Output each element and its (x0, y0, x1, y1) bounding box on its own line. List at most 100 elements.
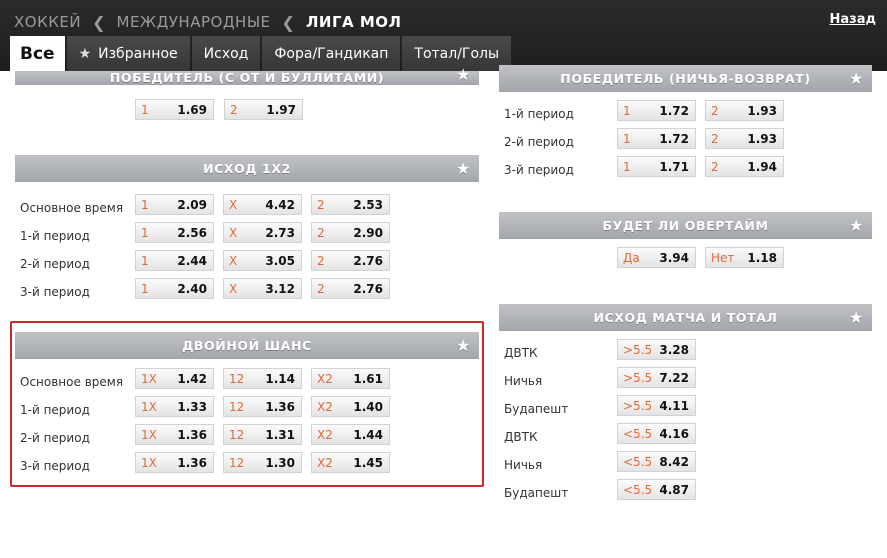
odds-value: 1.30 (265, 456, 295, 470)
odds-button[interactable]: 2 1.93 (705, 128, 784, 149)
tab-label: Избранное (98, 45, 178, 62)
odds-value: 4.42 (265, 198, 295, 212)
odds-outcome: 1 (141, 254, 149, 268)
odds-button[interactable]: 1 2.40 (135, 278, 214, 299)
market-double-chance: ДВОЙНОЙ ШАНС ★ Основное время 1X 1.42 12 1.1… (15, 332, 479, 480)
odds-value: 3.94 (659, 251, 689, 265)
odds-value: 1.94 (747, 160, 777, 174)
odds-row: 2-й период 1 2.44 X 3.05 2 2.76 (15, 250, 479, 278)
odds-button[interactable]: X 2.73 (223, 222, 302, 243)
odds-row: 1-й период 1X 1.33 12 1.36 X2 1.40 (15, 396, 479, 424)
odds-button[interactable]: 2 2.90 (311, 222, 390, 243)
odds-button[interactable]: 1 2.44 (135, 250, 214, 271)
odds-button[interactable]: >5.5 3.28 (617, 339, 696, 360)
odds-button[interactable]: 2 1.94 (705, 156, 784, 177)
odds-button[interactable]: 1X 1.42 (135, 368, 214, 389)
odds-button[interactable]: >5.5 4.11 (617, 395, 696, 416)
panel-title: ДВОЙНОЙ ШАНС (182, 338, 312, 353)
odds-outcome: >5.5 (623, 399, 653, 413)
odds-outcome: X (229, 254, 238, 268)
odds-row: 3-й период 1X 1.36 12 1.30 X2 1.45 (15, 452, 479, 480)
odds-value: 4.11 (659, 399, 689, 413)
odds-row: ДВТК <5.5 4.16 (499, 423, 872, 451)
odds-button[interactable]: 12 1.30 (223, 452, 302, 473)
odds-button[interactable]: >5.5 7.22 (617, 367, 696, 388)
odds-rows: Да 3.94 Нет 1.18 (499, 247, 872, 275)
odds-outcome: 12 (229, 400, 245, 414)
odds-button[interactable]: X 3.12 (223, 278, 302, 299)
odds-value: 2.76 (353, 254, 383, 268)
odds-button[interactable]: 1X 1.36 (135, 452, 214, 473)
tab-handicap[interactable]: Фора/Гандикап (262, 36, 401, 71)
odds-button[interactable]: X 4.42 (223, 194, 302, 215)
breadcrumb-sport[interactable]: ХОККЕЙ (14, 13, 81, 31)
odds-button[interactable]: 1 1.69 (135, 99, 214, 120)
panel-title: ПОБЕДИТЕЛЬ (НИЧЬЯ-ВОЗВРАТ) (560, 71, 811, 86)
odds-button[interactable]: X2 1.40 (311, 396, 390, 417)
odds-row: Будапешт <5.5 4.87 (499, 479, 872, 507)
panel-header: ПОБЕДИТЕЛЬ (С ОТ И БУЛЛИТАМИ) ★ (15, 67, 479, 85)
row-label: ДВТК (504, 430, 538, 444)
star-icon[interactable]: ★ (456, 67, 471, 83)
odds-outcome: <5.5 (623, 483, 653, 497)
odds-outcome: 1 (623, 132, 631, 146)
odds-value: 1.36 (177, 428, 207, 442)
star-icon[interactable]: ★ (849, 304, 864, 331)
breadcrumb-league: ЛИГА МОЛ (305, 13, 402, 31)
odds-button[interactable]: 2 1.97 (224, 99, 303, 120)
odds-button[interactable]: X2 1.44 (311, 424, 390, 445)
tab-favorites[interactable]: ★ Избранное (66, 36, 190, 71)
tab-result[interactable]: Исход (191, 36, 261, 71)
row-label: 2-й период (20, 431, 90, 445)
odds-button[interactable]: <5.5 4.16 (617, 423, 696, 444)
star-icon[interactable]: ★ (849, 65, 864, 92)
odds-value: 2.44 (177, 254, 207, 268)
odds-outcome: Да (623, 251, 640, 265)
panel-header: БУДЕТ ЛИ ОВЕРТАЙМ ★ (499, 212, 872, 239)
odds-button[interactable]: X2 1.45 (311, 452, 390, 473)
odds-outcome: >5.5 (623, 371, 653, 385)
chevron-left-icon: ❮ (92, 12, 106, 32)
odds-button[interactable]: 1 1.72 (617, 128, 696, 149)
odds-value: 1.69 (177, 103, 207, 117)
odds-button[interactable]: 12 1.14 (223, 368, 302, 389)
odds-button[interactable]: 2 2.53 (311, 194, 390, 215)
odds-button[interactable]: 1X 1.36 (135, 424, 214, 445)
star-icon[interactable]: ★ (456, 332, 471, 359)
odds-button[interactable]: Нет 1.18 (705, 247, 784, 268)
odds-button[interactable]: 1 2.09 (135, 194, 214, 215)
tab-all[interactable]: Все (10, 36, 65, 71)
odds-value: 1.18 (747, 251, 777, 265)
tab-label: Тотал/Голы (414, 45, 500, 62)
odds-row: 1-й период 1 2.56 X 2.73 2 2.90 (15, 222, 479, 250)
odds-button[interactable]: X 3.05 (223, 250, 302, 271)
odds-button[interactable]: 2 2.76 (311, 250, 390, 271)
row-label: Будапешт (504, 402, 569, 416)
odds-button[interactable]: 2 1.93 (705, 100, 784, 121)
odds-outcome: X2 (317, 456, 333, 470)
odds-value: 2.73 (265, 226, 295, 240)
odds-button[interactable]: 1 2.56 (135, 222, 214, 243)
odds-button[interactable]: 2 2.76 (311, 278, 390, 299)
odds-button[interactable]: <5.5 8.42 (617, 451, 696, 472)
back-link[interactable]: Назад (830, 12, 876, 27)
odds-button[interactable]: 12 1.36 (223, 396, 302, 417)
star-icon[interactable]: ★ (849, 212, 864, 239)
odds-outcome: X2 (317, 428, 333, 442)
odds-button[interactable]: X2 1.61 (311, 368, 390, 389)
breadcrumb-region[interactable]: МЕЖДУНАРОДНЫЕ (117, 13, 271, 31)
panel-header: ПОБЕДИТЕЛЬ (НИЧЬЯ-ВОЗВРАТ) ★ (499, 65, 872, 92)
odds-button[interactable]: 1X 1.33 (135, 396, 214, 417)
odds-button[interactable]: 1 1.71 (617, 156, 696, 177)
odds-outcome: 1 (141, 226, 149, 240)
star-icon: ★ (78, 45, 92, 62)
odds-button[interactable]: 12 1.31 (223, 424, 302, 445)
odds-button[interactable]: 1 1.72 (617, 100, 696, 121)
odds-outcome: 1 (623, 160, 631, 174)
star-icon[interactable]: ★ (456, 155, 471, 182)
odds-value: 1.14 (265, 372, 295, 386)
odds-button[interactable]: Да 3.94 (617, 247, 696, 268)
odds-button[interactable]: <5.5 4.87 (617, 479, 696, 500)
top-bar: ХОККЕЙ ❮ МЕЖДУНАРОДНЫЕ ❮ ЛИГА МОЛ Назад … (0, 0, 887, 71)
odds-outcome: 2 (711, 132, 719, 146)
